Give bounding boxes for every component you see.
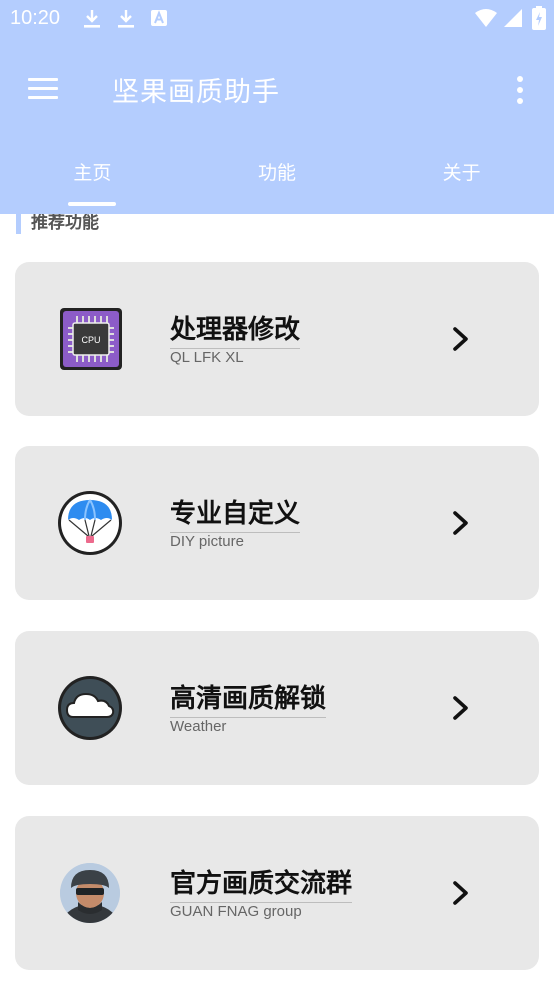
tab-features[interactable]: 功能	[185, 142, 370, 214]
card-custom-diy[interactable]: 专业自定义 DIY picture	[15, 446, 539, 600]
card-hd-unlock[interactable]: 高清画质解锁 Weather	[15, 631, 539, 785]
card-title: 专业自定义	[170, 493, 301, 533]
card-subtitle: DIY picture	[170, 533, 244, 550]
cloud-icon	[58, 676, 122, 740]
card-subtitle: Weather	[170, 718, 227, 735]
card-title: 处理器修改	[170, 309, 301, 349]
tab-indicator	[68, 202, 116, 206]
tab-about[interactable]: 关于	[369, 142, 554, 214]
parachute-icon	[58, 491, 122, 555]
app-title: 坚果画质助手	[112, 77, 280, 108]
download-icon	[118, 10, 134, 28]
tab-label: 关于	[442, 162, 481, 184]
toolbar: 坚果画质助手	[0, 38, 554, 142]
signal-icon	[504, 9, 522, 27]
chevron-right-icon	[453, 881, 468, 905]
card-processor-modify[interactable]: CPU 处理器修改 QL LFK XL	[15, 262, 539, 416]
battery-icon	[532, 6, 546, 30]
app-bar: 10:20 坚果画质助手 主页 功能 关于	[0, 0, 554, 214]
card-subtitle: QL LFK XL	[170, 349, 244, 366]
tab-bar: 主页 功能 关于	[0, 142, 554, 214]
avatar-icon	[60, 863, 120, 923]
card-subtitle: GUAN FNAG group	[170, 903, 302, 920]
card-official-group[interactable]: 官方画质交流群 GUAN FNAG group	[15, 816, 539, 970]
more-vert-icon[interactable]	[504, 72, 536, 108]
chevron-right-icon	[453, 696, 468, 720]
cpu-icon-label: CPU	[81, 335, 100, 345]
wifi-icon	[475, 9, 497, 27]
tab-label: 功能	[258, 162, 297, 184]
card-title: 官方画质交流群	[170, 863, 353, 903]
chevron-right-icon	[453, 511, 468, 535]
hamburger-menu-icon[interactable]	[22, 72, 64, 108]
status-bar: 10:20	[0, 0, 554, 38]
tab-home[interactable]: 主页	[0, 142, 185, 214]
tab-label: 主页	[73, 162, 112, 184]
download-icon	[84, 10, 100, 28]
cpu-icon: CPU	[60, 308, 122, 370]
chevron-right-icon	[453, 327, 468, 351]
a-badge-icon	[151, 10, 167, 26]
card-title: 高清画质解锁	[170, 678, 327, 718]
status-time: 10:20	[10, 7, 61, 29]
